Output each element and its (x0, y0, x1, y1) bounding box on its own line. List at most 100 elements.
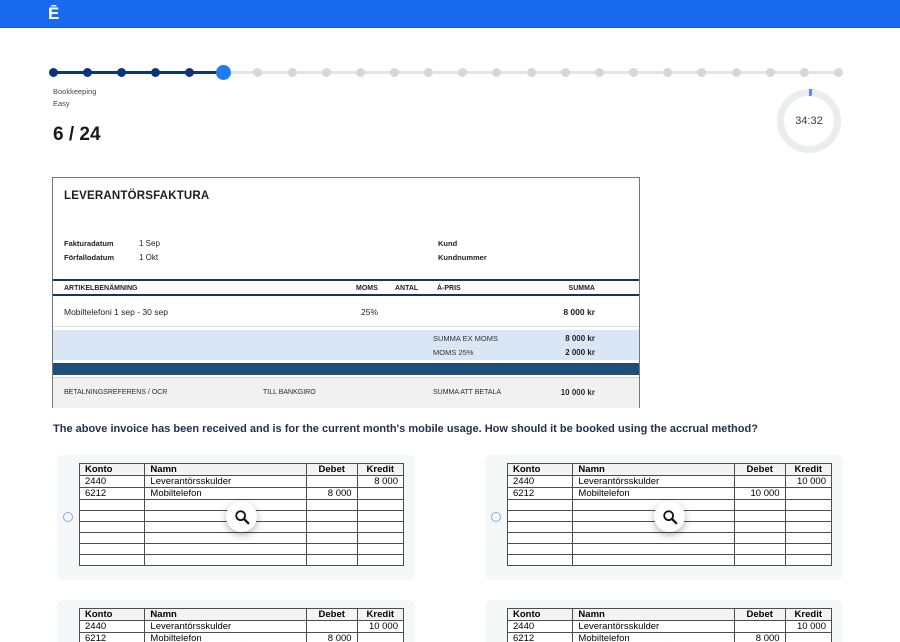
ledger-cell (508, 511, 573, 522)
ledger-cell (573, 544, 734, 555)
ledger-cell (785, 555, 831, 566)
ledger-cell (145, 500, 306, 511)
ledger-cell (80, 500, 145, 511)
ledger-cell (785, 500, 831, 511)
customer-label: Kund (438, 239, 457, 248)
ledger-row: 2440Leverantörsskulder10 000 (80, 621, 404, 633)
ledger-cell: Leverantörsskulder (573, 621, 734, 633)
ledger-cell (785, 533, 831, 544)
ledger-cell (306, 522, 357, 533)
ledger-cell (145, 533, 306, 544)
invoice-footer-band: BETALNINGSREFERENS / OCR TILL BANKGIRO S… (53, 377, 639, 408)
ledger-table: KontoNamnDebetKredit 2440Leverantörsskul… (507, 608, 832, 642)
stepper-dot (766, 68, 775, 77)
option-radio[interactable] (63, 512, 73, 522)
answer-option[interactable]: KontoNamnDebetKredit 2440Leverantörsskul… (57, 600, 415, 642)
ocr-label: BETALNINGSREFERENS / OCR (64, 389, 167, 396)
ledger-cell (306, 544, 357, 555)
ledger-column-header: Kredit (357, 464, 403, 476)
due-date-value: 1 Okt (139, 253, 158, 262)
stepper-dot (390, 68, 399, 77)
invoice-divider-band (53, 363, 639, 375)
ledger-column-header: Debet (734, 609, 785, 621)
ledger-cell: 2440 (80, 476, 145, 488)
answer-option[interactable]: KontoNamnDebetKredit 2440Leverantörsskul… (485, 455, 843, 580)
quiz-page: Ē Bookkeeping Easy 34:32 6 / 24 LEVERANT… (0, 0, 900, 642)
ledger-column-header: Konto (80, 464, 145, 476)
ledger-row: 6212Mobiltelefon8 000 (508, 633, 832, 642)
ledger-table: KontoNamnDebetKredit 2440Leverantörsskul… (79, 608, 404, 642)
magnifier-icon[interactable] (226, 501, 257, 532)
vat-value: 2 000 kr (565, 348, 595, 357)
ledger-cell: 6212 (80, 488, 145, 500)
magnifier-icon[interactable] (654, 501, 685, 532)
ledger-cell (357, 522, 403, 533)
timer-value: 34:32 (784, 96, 834, 146)
stepper-dot (151, 68, 160, 77)
answer-option[interactable]: KontoNamnDebetKredit 2440Leverantörsskul… (57, 455, 415, 580)
stepper-segment (258, 71, 292, 74)
invoice-summary-band: SUMMA EX MOMS 8 000 kr MOMS 25% 2 000 kr (53, 330, 639, 360)
invoice-table-header: ARTIKELBENÄMNING MOMS ANTAL Á-PRIS SUMMA (53, 279, 639, 296)
invoice-date-label: Fakturadatum (64, 239, 114, 248)
ledger-column-header: Namn (573, 609, 734, 621)
ledger-cell: 10 000 (785, 621, 831, 633)
ledger-column-header: Namn (145, 464, 306, 476)
stepper-dot (356, 68, 365, 77)
ledger-row: 6212Mobiltelefon8 000 (80, 633, 404, 642)
ledger-cell: 6212 (508, 488, 573, 500)
ledger-cell: 6212 (508, 633, 573, 642)
ledger-cell (80, 533, 145, 544)
ledger-cell: 8 000 (357, 476, 403, 488)
ledger-cell (785, 511, 831, 522)
ledger-cell (734, 476, 785, 488)
answer-option[interactable]: KontoNamnDebetKredit 2440Leverantörsskul… (485, 600, 843, 642)
ledger-column-header: Kredit (785, 464, 831, 476)
stepper-dot (834, 68, 843, 77)
ledger-cell (80, 511, 145, 522)
ledger-cell (357, 533, 403, 544)
ledger-cell (508, 522, 573, 533)
ledger-cell (80, 544, 145, 555)
ledger-cell (357, 511, 403, 522)
ledger-row (80, 555, 404, 566)
ledger-column-header: Kredit (357, 609, 403, 621)
stepper-dot (697, 68, 706, 77)
ledger-cell (508, 500, 573, 511)
ledger-cell (734, 511, 785, 522)
ledger-cell (508, 533, 573, 544)
ledger-row: 6212Mobiltelefon10 000 (508, 488, 832, 500)
sum-ex-vat-value: 8 000 kr (565, 334, 595, 343)
total-value: 10 000 kr (561, 388, 595, 397)
ledger-cell (734, 544, 785, 555)
stepper-dot (253, 68, 262, 77)
stepper-segment (497, 71, 531, 74)
stepper-dot (527, 68, 536, 77)
ledger-cell: 8 000 (306, 633, 357, 642)
col-qty: ANTAL (395, 285, 418, 292)
ledger-cell: Mobiltelefon (145, 488, 306, 500)
ledger-cell: 2440 (508, 476, 573, 488)
invoice-title: LEVERANTÖRSFAKTURA (64, 190, 209, 202)
ledger-cell (508, 555, 573, 566)
ledger-column-header: Namn (145, 609, 306, 621)
col-sum: SUMMA (569, 285, 595, 292)
app-logo[interactable]: Ē (48, 4, 60, 24)
invoice-date-value: 1 Sep (139, 239, 160, 248)
stepper-dot (595, 68, 604, 77)
ledger-cell (145, 522, 306, 533)
countdown-timer: 34:32 (777, 89, 841, 153)
ledger-column-header: Debet (734, 464, 785, 476)
ledger-cell: 2440 (80, 621, 145, 633)
option-radio[interactable] (491, 512, 501, 522)
ledger-cell (306, 555, 357, 566)
progress-stepper (0, 64, 900, 80)
ledger-header-row: KontoNamnDebetKredit (508, 609, 832, 621)
ledger-cell: 10 000 (785, 476, 831, 488)
stepper-dot (800, 68, 809, 77)
ledger-cell (785, 488, 831, 500)
ledger-cell (573, 533, 734, 544)
ledger-row: 2440Leverantörsskulder8 000 (80, 476, 404, 488)
ledger-row (80, 544, 404, 555)
stepper-dot (629, 68, 638, 77)
